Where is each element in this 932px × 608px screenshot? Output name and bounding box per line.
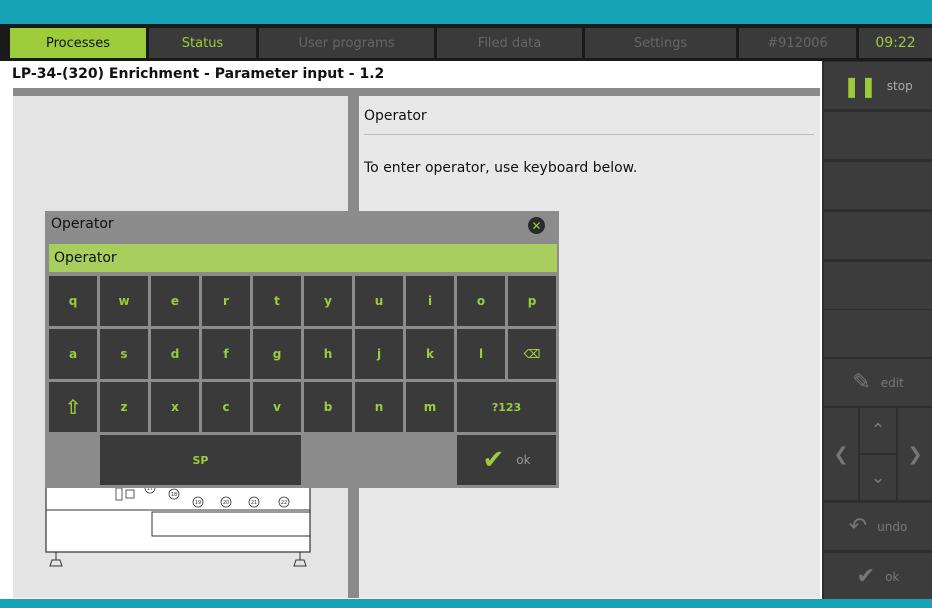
terminal-label: 22	[281, 500, 287, 506]
tab-settings[interactable]: Settings	[585, 28, 736, 58]
chevron-up-icon: ⌃	[870, 420, 886, 441]
undo-icon: ↶	[848, 514, 868, 539]
shift-icon: ⇧	[64, 395, 82, 419]
arrow-left-button[interactable]: ❮	[824, 408, 858, 500]
undo-button[interactable]: ↶ undo	[824, 503, 932, 550]
dialog-title: Operator	[51, 216, 114, 232]
page-title: LP-34-(320) Enrichment - Parameter input…	[0, 61, 822, 87]
key-q[interactable]: q	[49, 276, 97, 326]
stop-button[interactable]: ❚❚ stop	[824, 62, 932, 109]
key-j[interactable]: j	[355, 329, 403, 379]
backspace-icon: ⌫	[523, 347, 541, 361]
key-d[interactable]: d	[151, 329, 199, 379]
backspace-key[interactable]: ⌫	[508, 329, 556, 379]
arrow-right-button[interactable]: ❯	[898, 408, 932, 500]
key-f[interactable]: f	[202, 329, 250, 379]
edit-label: edit	[880, 375, 904, 390]
tab-status[interactable]: Status	[149, 28, 256, 58]
info-hint: To enter operator, use keyboard below.	[364, 160, 638, 176]
key-z[interactable]: z	[100, 382, 148, 432]
key-o[interactable]: o	[457, 276, 505, 326]
arrow-down-button[interactable]: ⌄	[860, 455, 896, 500]
key-n[interactable]: n	[355, 382, 403, 432]
key-v[interactable]: v	[253, 382, 301, 432]
edit-icon: ✎	[852, 370, 871, 395]
key-i[interactable]: i	[406, 276, 454, 326]
sidebar-empty-button	[824, 162, 932, 209]
numeric-toggle-key[interactable]: ?123	[457, 382, 556, 432]
keyboard-ok-label: ok	[516, 453, 531, 467]
clock: 09:22	[859, 28, 932, 58]
info-heading: Operator	[364, 108, 427, 124]
terminal-label: 18	[171, 492, 177, 498]
tab-filed-data[interactable]: Filed data	[437, 28, 582, 58]
key-r[interactable]: r	[202, 276, 250, 326]
sidebar-empty-button	[824, 212, 932, 259]
terminal-label: 20	[223, 500, 229, 506]
sidebar-empty-button	[824, 310, 932, 357]
tab-user-programs[interactable]: User programs	[259, 28, 434, 58]
keyboard-ok-button[interactable]: ✔ ok	[457, 435, 556, 485]
key-x[interactable]: x	[151, 382, 199, 432]
close-icon[interactable]: ✕	[528, 217, 545, 234]
sidebar-ok-button[interactable]: ✔ ok	[824, 553, 932, 600]
terminal-label: 19	[195, 500, 201, 506]
keyboard-dialog: Operator ✕ Operator q w e r t y u i o p …	[45, 211, 559, 488]
space-key[interactable]: SP	[100, 435, 301, 485]
key-s[interactable]: s	[100, 329, 148, 379]
shift-key[interactable]: ⇧	[49, 382, 97, 432]
sidebar-empty-button	[824, 262, 932, 309]
edit-button[interactable]: ✎ edit	[824, 359, 932, 406]
top-accent-bar	[0, 0, 932, 24]
key-c[interactable]: c	[202, 382, 250, 432]
key-k[interactable]: k	[406, 329, 454, 379]
key-h[interactable]: h	[304, 329, 352, 379]
key-a[interactable]: a	[49, 329, 97, 379]
ok-label: ok	[885, 569, 900, 584]
chevron-down-icon: ⌄	[870, 467, 886, 488]
checkmark-icon: ✔	[856, 564, 876, 589]
tab-processes[interactable]: Processes	[10, 28, 146, 58]
pause-icon: ❚❚	[843, 73, 877, 98]
key-p[interactable]: p	[508, 276, 556, 326]
key-m[interactable]: m	[406, 382, 454, 432]
device-id: #912006	[739, 28, 856, 58]
key-l[interactable]: l	[457, 329, 505, 379]
checkmark-icon: ✔	[482, 445, 505, 475]
key-b[interactable]: b	[304, 382, 352, 432]
key-y[interactable]: y	[304, 276, 352, 326]
chevron-left-icon: ❮	[833, 443, 849, 465]
key-g[interactable]: g	[253, 329, 301, 379]
key-e[interactable]: e	[151, 276, 199, 326]
bottom-accent-bar	[0, 599, 932, 608]
sidebar-empty-button	[824, 112, 932, 159]
undo-label: undo	[877, 519, 908, 534]
key-t[interactable]: t	[253, 276, 301, 326]
terminal-label: 21	[251, 500, 257, 506]
key-u[interactable]: u	[355, 276, 403, 326]
stop-label: stop	[886, 78, 913, 93]
key-w[interactable]: w	[100, 276, 148, 326]
divider	[364, 134, 814, 135]
operator-input[interactable]: Operator	[49, 244, 557, 272]
arrow-up-button[interactable]: ⌃	[860, 408, 896, 453]
chevron-right-icon: ❯	[907, 443, 923, 465]
